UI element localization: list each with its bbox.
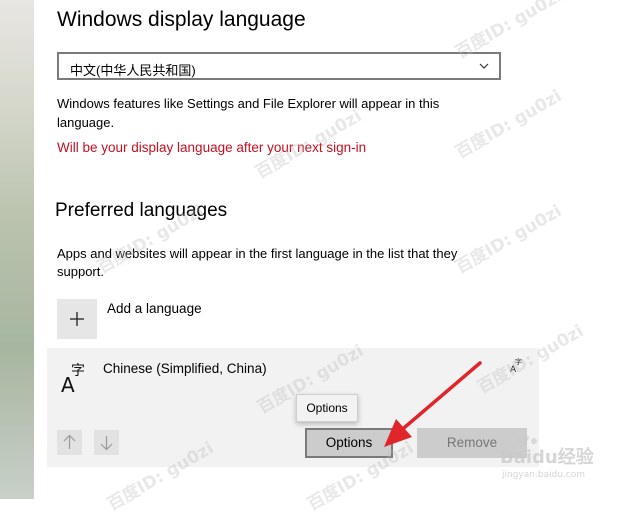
preferred-languages-description: Apps and websites will appear in the fir… [57, 246, 458, 279]
settings-content: Windows display language 中文(中华人民共和国) Win… [34, 0, 639, 499]
svg-text:A: A [510, 365, 517, 375]
display-language-description: Windows features like Settings and File … [57, 96, 440, 130]
sign-in-warning: Will be your display language after your… [57, 140, 367, 155]
display-language-heading: Windows display language [57, 8, 306, 31]
desktop-background-strip [0, 0, 34, 499]
options-tooltip: Options [296, 394, 358, 422]
add-language-button[interactable] [57, 299, 97, 339]
move-down-button[interactable] [94, 430, 119, 455]
add-language-label[interactable]: Add a language [107, 301, 202, 316]
arrow-up-icon [63, 434, 76, 449]
move-up-button[interactable] [57, 430, 82, 455]
language-icon: 字 A [61, 363, 85, 395]
chevron-down-icon [479, 63, 489, 69]
svg-text:A: A [61, 373, 75, 395]
display-language-dropdown[interactable]: 中文(中华人民共和国) [57, 52, 501, 80]
preferred-languages-heading: Preferred languages [55, 200, 228, 221]
options-button[interactable]: Options [305, 428, 393, 458]
language-list-item-chinese[interactable]: 字 A Chinese (Simplified, China) 字 A Opti… [47, 348, 539, 467]
remove-button[interactable]: Remove [417, 428, 527, 458]
plus-icon [70, 312, 84, 326]
display-language-value: 中文(中华人民共和国) [70, 63, 196, 78]
language-name: Chinese (Simplified, China) [103, 361, 267, 376]
arrow-down-icon [100, 436, 113, 451]
display-language-badge-icon: 字 A [510, 357, 522, 375]
